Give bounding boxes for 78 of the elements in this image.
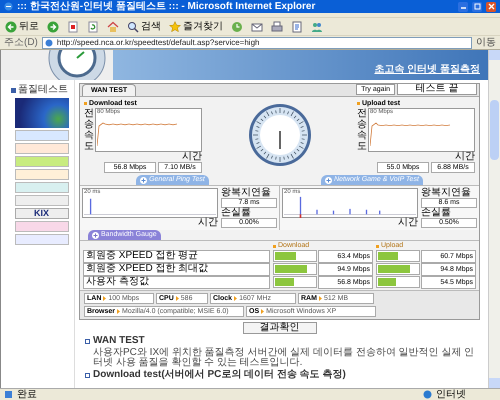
address-label: 주소(D) bbox=[4, 36, 38, 48]
row-label: 회원중 XPEED 접한 최대값 bbox=[83, 263, 270, 276]
note-heading: WAN TEST bbox=[93, 336, 145, 346]
arrow-icon bbox=[117, 309, 120, 314]
back-icon bbox=[5, 20, 17, 32]
banner-link[interactable]: KIX bbox=[14, 208, 68, 219]
close-button[interactable] bbox=[486, 2, 496, 12]
close-icon bbox=[486, 2, 496, 11]
banner-image[interactable] bbox=[14, 98, 68, 128]
axis-label: 전송속도 bbox=[357, 108, 367, 152]
forward-icon bbox=[47, 20, 59, 32]
forward-button[interactable] bbox=[46, 18, 60, 34]
people-icon bbox=[311, 20, 323, 32]
bullet-icon bbox=[376, 244, 379, 248]
printer-icon bbox=[271, 20, 283, 32]
window-title: ::: 한국전산원-인터넷 품질테스트 ::: - Microsoft Internet Explorer bbox=[17, 0, 316, 12]
arrow-icon bbox=[318, 296, 322, 301]
search-button[interactable]: 검색 bbox=[126, 18, 162, 34]
maximize-button[interactable] bbox=[472, 2, 482, 12]
arrow-icon bbox=[103, 296, 106, 301]
banner-image[interactable] bbox=[14, 143, 68, 154]
page-title: 초고속 인터넷 품질측정 bbox=[374, 64, 480, 76]
zone-text: 인터넷 bbox=[436, 389, 467, 400]
arrow-icon bbox=[261, 309, 264, 314]
favorites-button[interactable]: 즐겨찾기 bbox=[168, 18, 224, 34]
plus-icon bbox=[325, 176, 332, 184]
square-bullet-icon bbox=[85, 372, 90, 378]
minimize-button[interactable] bbox=[458, 2, 468, 12]
scrollbar[interactable] bbox=[488, 50, 500, 388]
row-label: 회원중 XPEED 접한 평균 bbox=[83, 250, 270, 263]
metric-label: 왕복지연율 bbox=[221, 188, 272, 198]
result-button[interactable]: 결과확인 bbox=[242, 322, 316, 334]
axis-label: 시간 bbox=[182, 152, 202, 162]
page-icon bbox=[4, 390, 13, 399]
bullet-icon bbox=[357, 102, 360, 105]
sidebar-heading: 품질테스트 bbox=[18, 84, 68, 96]
bullet-icon bbox=[84, 102, 87, 105]
arrow-icon bbox=[234, 296, 238, 301]
page-icon bbox=[44, 38, 53, 46]
axis-label: 시간 bbox=[398, 218, 418, 228]
axis-label: 시간 bbox=[198, 218, 218, 228]
envelope-icon bbox=[251, 20, 263, 32]
metric-label: 왕복지연율 bbox=[421, 188, 472, 198]
arrow-icon bbox=[176, 296, 179, 301]
axis-label: 시간 bbox=[455, 152, 475, 162]
metric-label: 손실률 bbox=[421, 208, 452, 218]
banner-image[interactable] bbox=[14, 169, 68, 180]
history-icon bbox=[231, 20, 243, 32]
plus-icon bbox=[140, 176, 148, 184]
status-field: 테스트 끝 bbox=[397, 83, 477, 95]
banner-image[interactable] bbox=[14, 234, 68, 245]
document-icon bbox=[291, 20, 303, 32]
refresh-icon bbox=[87, 20, 99, 32]
bullet-icon bbox=[273, 244, 276, 248]
search-icon bbox=[127, 20, 139, 32]
go-button[interactable]: 이동 bbox=[476, 36, 496, 48]
square-bullet-icon bbox=[85, 338, 90, 344]
back-button[interactable]: 뒤로 bbox=[4, 18, 40, 34]
banner-image[interactable] bbox=[14, 195, 68, 206]
note-heading: Download test(서버에서 PC로의 데이터 전송 속도 측정) bbox=[93, 370, 346, 380]
stop-button[interactable] bbox=[66, 18, 80, 34]
print-button[interactable] bbox=[270, 18, 284, 34]
edit-button[interactable] bbox=[290, 18, 304, 34]
status-text: 완료 bbox=[17, 389, 38, 400]
square-bullet-icon bbox=[11, 88, 16, 92]
stop-icon bbox=[67, 20, 79, 32]
axis-label: 전송속도 bbox=[84, 108, 94, 152]
maximize-icon bbox=[472, 2, 482, 11]
refresh-button[interactable] bbox=[86, 18, 100, 34]
globe-icon bbox=[423, 390, 432, 399]
note-text: 사용자PC와 IX에 위치한 품질측정 서버간에 실제 데이터를 전송하여 일반적인 실제 인터넷 사용 품질을 확인할 수 있는 테스트입니다. bbox=[92, 348, 476, 368]
home-icon bbox=[107, 20, 119, 32]
gauge-dial-drawing bbox=[248, 103, 312, 167]
metric-label: 손실률 bbox=[221, 208, 252, 218]
row-label: 사용자 측정값 bbox=[83, 276, 270, 289]
browser-icon bbox=[4, 2, 13, 11]
plus-icon bbox=[92, 232, 99, 238]
star-icon bbox=[169, 20, 181, 32]
